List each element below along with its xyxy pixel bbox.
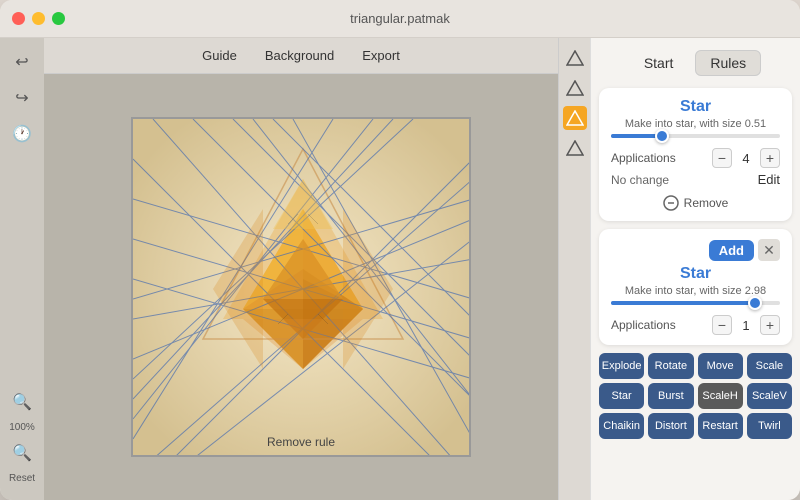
remove-label: Remove — [684, 196, 729, 210]
sidebar-bottom: 🔍 100% 🔍 Reset — [6, 386, 38, 492]
right-panel: Start Rules Star Make into star, with si… — [590, 38, 800, 500]
rule2-slider-thumb[interactable] — [748, 296, 762, 310]
left-sidebar: ↩ ↪ 🕐 🔍 100% 🔍 Reset — [0, 38, 44, 500]
shape-item-2[interactable] — [563, 76, 587, 100]
transform-twirl[interactable]: Twirl — [747, 413, 792, 439]
undo-icon[interactable]: ↩ — [6, 46, 38, 78]
transform-rotate[interactable]: Rotate — [648, 353, 693, 379]
rule2-applications-label: Applications — [611, 318, 676, 332]
rule2-slider-wrapper[interactable] — [611, 297, 780, 309]
tabs-header: Start Rules — [591, 38, 800, 84]
tab-start[interactable]: Start — [630, 51, 688, 75]
zoom-in-icon[interactable]: 🔍 — [6, 386, 38, 418]
window-title: triangular.patmak — [350, 11, 450, 26]
rule2-slider-fill — [611, 301, 755, 305]
rule1-value: 4 — [738, 151, 754, 166]
transform-star[interactable]: Star — [599, 383, 644, 409]
transform-distort[interactable]: Distort — [648, 413, 693, 439]
rule-card-2: Add ✕ Star Make into star, with size 2.9… — [599, 229, 792, 345]
rule-card-1: Star Make into star, with size 0.51 Appl… — [599, 88, 792, 221]
maximize-button[interactable] — [52, 12, 65, 25]
transform-restart[interactable]: Restart — [698, 413, 743, 439]
rule2-value: 1 — [738, 318, 754, 333]
rule1-remove[interactable]: Remove — [611, 195, 780, 211]
titlebar: triangular.patmak — [0, 0, 800, 38]
rule2-applications-row: Applications − 1 + — [611, 315, 780, 335]
pattern-svg — [133, 119, 471, 457]
shape-item-1[interactable] — [563, 46, 587, 70]
rule1-stepper: − 4 + — [712, 148, 780, 168]
shape-item-4[interactable] — [563, 136, 587, 160]
canvas-label: Remove rule — [267, 435, 335, 449]
rule1-applications-row: Applications − 4 + — [611, 148, 780, 168]
traffic-lights — [12, 12, 65, 25]
rule1-title: Star — [611, 98, 780, 116]
rule1-no-change: No change — [611, 173, 669, 187]
transform-explode[interactable]: Explode — [599, 353, 644, 379]
pattern-canvas[interactable] — [131, 117, 471, 457]
transform-grid: Explode Rotate Move Scale Star Burst Sca… — [599, 353, 792, 439]
canvas-toolbar: Guide Background Export — [44, 38, 558, 74]
history-icon[interactable]: 🕐 — [6, 118, 38, 150]
transform-scalev[interactable]: ScaleV — [747, 383, 792, 409]
export-button[interactable]: Export — [362, 48, 400, 63]
transform-chaikin[interactable]: Chaikin — [599, 413, 644, 439]
rule2-increment[interactable]: + — [760, 315, 780, 335]
add-button[interactable]: Add — [709, 240, 754, 261]
rule2-title: Star — [611, 265, 780, 283]
canvas-main: Remove rule — [44, 74, 558, 500]
transform-burst[interactable]: Burst — [648, 383, 693, 409]
rule1-slider-track — [611, 134, 780, 138]
rule1-bottom-row: No change Edit — [611, 172, 780, 187]
transform-move[interactable]: Move — [698, 353, 743, 379]
rule1-slider-wrapper[interactable] — [611, 130, 780, 142]
tab-rules[interactable]: Rules — [695, 50, 761, 76]
rule1-slider-thumb[interactable] — [655, 129, 669, 143]
rule2-decrement[interactable]: − — [712, 315, 732, 335]
rule1-decrement[interactable]: − — [712, 148, 732, 168]
rule2-stepper: − 1 + — [712, 315, 780, 335]
shape-panel — [558, 38, 590, 500]
guide-button[interactable]: Guide — [202, 48, 237, 63]
rule1-applications-label: Applications — [611, 151, 676, 165]
zoom-out-icon[interactable]: 🔍 — [6, 437, 38, 469]
zoom-level: 100% — [9, 422, 35, 433]
redo-icon[interactable]: ↪ — [6, 82, 38, 114]
background-button[interactable]: Background — [265, 48, 334, 63]
rule2-close[interactable]: ✕ — [758, 239, 780, 261]
rule2-action-row: Add ✕ — [611, 239, 780, 261]
close-button[interactable] — [12, 12, 25, 25]
rule2-slider-track — [611, 301, 780, 305]
minimize-button[interactable] — [32, 12, 45, 25]
transform-scaleh[interactable]: ScaleH — [698, 383, 743, 409]
rule1-increment[interactable]: + — [760, 148, 780, 168]
remove-icon — [663, 195, 679, 211]
rule1-edit[interactable]: Edit — [758, 172, 780, 187]
rule1-subtitle: Make into star, with size 0.51 — [611, 118, 780, 130]
main-content: ↩ ↪ 🕐 🔍 100% 🔍 Reset Guide Background Ex… — [0, 38, 800, 500]
shape-item-3[interactable] — [563, 106, 587, 130]
reset-label[interactable]: Reset — [9, 473, 35, 484]
app-window: triangular.patmak ↩ ↪ 🕐 🔍 100% 🔍 Reset G… — [0, 0, 800, 500]
transform-scale[interactable]: Scale — [747, 353, 792, 379]
canvas-area: Guide Background Export — [44, 38, 558, 500]
